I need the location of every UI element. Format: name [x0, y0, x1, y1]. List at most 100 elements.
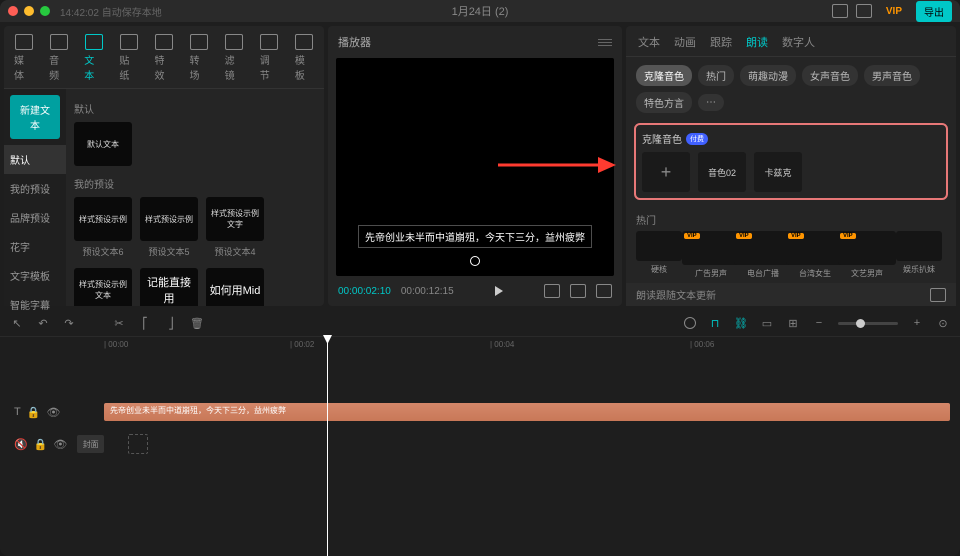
playhead[interactable] — [327, 337, 328, 556]
maximize-icon[interactable] — [40, 6, 50, 16]
layout-icon[interactable] — [832, 4, 848, 18]
add-voice-button[interactable]: + — [642, 152, 690, 192]
lock-icon[interactable]: 🔒 — [27, 406, 41, 419]
caption-text[interactable]: 先帝创业未半而中道崩殂，今天下三分，益州疲弊 — [358, 225, 592, 248]
nav-media[interactable]: 媒体 — [12, 32, 35, 88]
preset-card[interactable]: 样式预设示例文本预设文本3 — [74, 268, 132, 306]
undo-icon[interactable]: ↶ — [36, 316, 50, 330]
transition-icon — [190, 34, 208, 50]
voice-cat-hot: 热门 — [636, 212, 946, 227]
nav-template[interactable]: 模板 — [293, 32, 316, 88]
split-right-icon[interactable]: ⎦ — [164, 316, 178, 330]
fullscreen-icon[interactable] — [596, 284, 612, 298]
nav-audio[interactable]: 音频 — [47, 32, 70, 88]
sidebar-item[interactable]: 我的预设 — [4, 174, 66, 203]
close-icon[interactable] — [8, 6, 18, 16]
minimize-icon[interactable] — [24, 6, 34, 16]
nav-adjust[interactable]: 调节 — [258, 32, 281, 88]
redo-icon[interactable]: ↷ — [62, 316, 76, 330]
clone-voice-highlight: 克隆音色 付费 +音色02卡兹克 — [634, 123, 948, 200]
link-icon[interactable]: ⛓ — [734, 316, 748, 330]
voice-filter-pill[interactable]: 女声音色 — [802, 65, 858, 86]
text-preset-card[interactable]: 默认文本 — [74, 122, 132, 166]
text-clip[interactable]: 先帝创业未半而中道崩殂，今天下三分，益州疲弊 — [104, 403, 950, 421]
play-button[interactable] — [495, 286, 503, 296]
more-icon[interactable]: ⋯ — [698, 94, 724, 111]
vip-badge[interactable]: VIP — [880, 4, 908, 19]
ruler-mark: | 00:00 — [104, 340, 128, 349]
section-mypresets: 我的预设 — [74, 176, 316, 191]
sidebar-item[interactable]: 文字模板 — [4, 261, 66, 290]
sidebar-item[interactable]: 默认 — [4, 145, 66, 174]
sticker-icon — [120, 34, 138, 50]
voice-card[interactable]: 文艺男声 — [844, 231, 890, 279]
voice-card[interactable]: 电台广播 — [740, 231, 786, 279]
eye-icon[interactable]: 👁 — [46, 406, 60, 419]
split-icon[interactable]: ✂ — [112, 316, 126, 330]
preview-icon[interactable]: ▭ — [760, 316, 774, 330]
tab-1[interactable]: 动画 — [674, 34, 696, 50]
nav-transition[interactable]: 转场 — [188, 32, 211, 88]
export-button[interactable]: 导出 — [916, 1, 952, 22]
plus-icon: + — [661, 162, 672, 183]
voice-card[interactable]: 广告男声 — [688, 231, 734, 279]
fit-icon[interactable]: ⊙ — [936, 316, 950, 330]
sidebar-item[interactable]: 品牌预设 — [4, 203, 66, 232]
voice-card[interactable]: 娱乐扒妹 — [896, 231, 942, 279]
grid-icon[interactable] — [856, 4, 872, 18]
ratio-icon[interactable] — [544, 284, 560, 298]
cover-button[interactable]: 封面 — [77, 435, 104, 453]
add-clip-placeholder[interactable] — [128, 434, 148, 454]
mic-icon[interactable] — [684, 317, 696, 329]
voice-card[interactable]: 台湾女生 — [792, 231, 838, 279]
new-text-button[interactable]: 新建文本 — [10, 95, 60, 139]
voice-filter-pill[interactable]: 萌趣动漫 — [740, 65, 796, 86]
voice-card[interactable]: 硬核 — [636, 231, 682, 279]
align-icon[interactable]: ⊞ — [786, 316, 800, 330]
caption-handle-icon[interactable] — [470, 256, 480, 266]
voice-filter-pill[interactable]: 克隆音色 — [636, 65, 692, 86]
chevron-down-icon[interactable] — [930, 288, 946, 302]
preset-card[interactable]: 样式预设示例预设文本5 — [140, 197, 198, 258]
mute-icon[interactable]: 🔇 — [14, 438, 28, 451]
tab-3[interactable]: 朗读 — [746, 34, 768, 50]
text-icon — [85, 34, 103, 50]
preset-card[interactable]: 如何用Mid预设文本1 — [206, 268, 264, 306]
nav-text[interactable]: 文本 — [82, 32, 105, 88]
follow-text-toggle-label: 朗读跟随文本更新 — [636, 287, 716, 302]
player-title: 播放器 — [338, 34, 371, 50]
magnet-icon[interactable]: ⊓ — [708, 316, 722, 330]
pointer-icon[interactable]: ↖ — [10, 316, 24, 330]
preset-card[interactable]: 样式预设示例文字预设文本4 — [206, 197, 264, 258]
voice-filter-pill[interactable]: 男声音色 — [864, 65, 920, 86]
delete-icon[interactable]: 🗑 — [190, 316, 204, 330]
effect-icon — [155, 34, 173, 50]
zoom-slider[interactable] — [838, 322, 898, 325]
titlebar: 14:42:02 自动保存本地 1月24日 (2) VIP 导出 — [0, 0, 960, 22]
eye-icon[interactable]: 👁 — [53, 438, 67, 451]
tab-0[interactable]: 文本 — [638, 34, 660, 50]
nav-sticker[interactable]: 贴纸 — [117, 32, 140, 88]
preset-card[interactable]: 记能直接用预设文本2 — [140, 268, 198, 306]
video-canvas[interactable]: 先帝创业未半而中道崩殂，今天下三分，益州疲弊 — [336, 58, 614, 276]
preset-card[interactable]: 样式预设示例预设文本6 — [74, 197, 132, 258]
main-track: 🔇 🔒 👁 封面 — [0, 433, 960, 455]
text-track-icon[interactable]: T — [14, 406, 21, 418]
tab-2[interactable]: 跟踪 — [710, 34, 732, 50]
tab-4[interactable]: 数字人 — [782, 34, 815, 50]
menu-icon[interactable] — [598, 39, 612, 46]
voice-clone-card[interactable]: 音色02 — [698, 152, 746, 192]
total-time: 00:00:12:15 — [401, 286, 454, 297]
split-left-icon[interactable]: ⎡ — [138, 316, 152, 330]
player-panel: 播放器 先帝创业未半而中道崩殂，今天下三分，益州疲弊 00:00:02:10 0… — [328, 26, 622, 306]
lock-icon[interactable]: 🔒 — [34, 438, 48, 451]
compare-icon[interactable] — [570, 284, 586, 298]
voice-filter-pill[interactable]: 特色方言 — [636, 92, 692, 113]
zoom-in-icon[interactable]: + — [910, 316, 924, 330]
voice-filter-pill[interactable]: 热门 — [698, 65, 734, 86]
nav-effect[interactable]: 特效 — [152, 32, 175, 88]
nav-filter[interactable]: 滤镜 — [223, 32, 246, 88]
voice-clone-card[interactable]: 卡兹克 — [754, 152, 802, 192]
sidebar-item[interactable]: 花字 — [4, 232, 66, 261]
zoom-out-icon[interactable]: − — [812, 316, 826, 330]
